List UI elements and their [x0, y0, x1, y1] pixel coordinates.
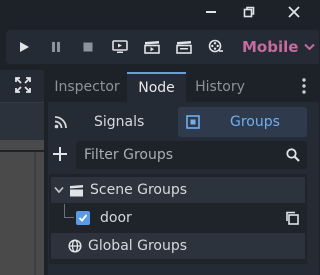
tab-node[interactable]: Node: [127, 72, 186, 102]
pause-icon: [52, 42, 60, 52]
kebab-menu-icon: [302, 78, 306, 94]
chevron-down-icon: [304, 43, 316, 51]
signals-label: Signals: [94, 114, 145, 130]
add-group-button[interactable]: [52, 145, 68, 163]
filter-groups-input[interactable]: [84, 147, 274, 163]
scene-groups-label: Scene Groups: [90, 182, 188, 198]
renderer-dropdown[interactable]: Mobile: [242, 36, 316, 58]
close-icon: [288, 6, 300, 18]
viewport-divider: [0, 150, 44, 152]
door-label: door: [100, 210, 132, 226]
tree-item-door[interactable]: door: [51, 205, 305, 231]
stop-button[interactable]: [75, 35, 101, 59]
viewport-canvas[interactable]: [0, 140, 44, 275]
groups-toggle[interactable]: Groups: [178, 107, 307, 137]
restore-icon: [243, 6, 255, 18]
tab-history-label: History: [195, 79, 245, 95]
door-checkbox[interactable]: [76, 211, 90, 225]
clapperboard-icon: [70, 184, 83, 196]
search-icon: [286, 148, 300, 162]
checkmark-icon: [78, 214, 88, 222]
play-custom-scene-icon: [176, 41, 192, 54]
viewport-toolbar: [0, 102, 44, 140]
minimize-button[interactable]: [199, 1, 223, 23]
close-button[interactable]: [282, 1, 306, 23]
viewport-guide: [34, 152, 36, 275]
movie-maker-button[interactable]: [203, 35, 229, 59]
title-bar: [0, 0, 319, 24]
play-scene-button[interactable]: [139, 35, 165, 59]
signal-icon: [54, 116, 67, 129]
pause-button[interactable]: [43, 35, 69, 59]
remote-debug-icon: [112, 40, 128, 53]
tab-inspector-label: Inspector: [54, 79, 120, 95]
restore-button[interactable]: [237, 1, 261, 23]
play-custom-scene-button[interactable]: [171, 35, 197, 59]
play-button[interactable]: [11, 35, 37, 59]
collapse-arrow-icon: [54, 186, 64, 194]
signals-toggle[interactable]: Signals: [50, 107, 174, 137]
remote-debug-button[interactable]: [107, 35, 133, 59]
movie-maker-icon: [208, 39, 223, 53]
global-groups-section[interactable]: Global Groups: [51, 233, 305, 259]
stop-icon: [83, 42, 93, 52]
play-scene-icon: [144, 41, 160, 54]
expand-icon: [15, 77, 31, 93]
groups-icon: [186, 115, 200, 129]
globe-icon: [68, 239, 82, 253]
tab-inspector[interactable]: Inspector: [48, 72, 126, 102]
copy-icon[interactable]: [285, 211, 299, 225]
plus-icon: [53, 147, 67, 161]
tab-history[interactable]: History: [188, 72, 252, 102]
distraction-free-button[interactable]: [15, 77, 31, 93]
global-groups-label: Global Groups: [88, 238, 188, 254]
groups-label: Groups: [230, 114, 280, 130]
scene-groups-section[interactable]: Scene Groups: [51, 177, 305, 203]
filter-groups-field[interactable]: [76, 141, 307, 169]
renderer-label: Mobile: [242, 38, 299, 56]
play-icon: [20, 42, 29, 52]
dock-menu-button[interactable]: [298, 76, 310, 96]
tab-node-label: Node: [138, 80, 175, 96]
minimize-icon: [206, 11, 216, 13]
